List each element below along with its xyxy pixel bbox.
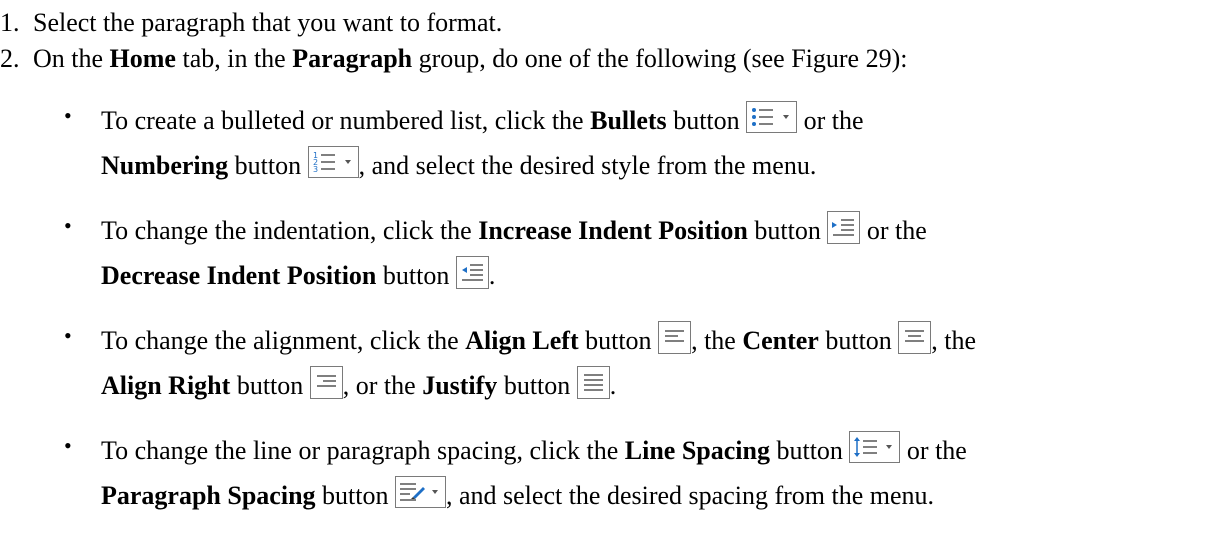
line-spacing-icon[interactable]: [849, 431, 901, 463]
center-align-icon[interactable]: [898, 321, 932, 354]
home-tab-name: Home: [109, 44, 176, 73]
bullet-marker: •: [64, 323, 72, 348]
bullet-marker: •: [64, 103, 72, 128]
paragraph-group-name: Paragraph: [292, 44, 413, 73]
increase-indent-icon[interactable]: [827, 211, 861, 244]
step-text: On the Home tab, in the Paragraph group,…: [33, 44, 908, 73]
step-number: 2.: [0, 44, 20, 73]
bullet-item-indent-cont: Decrease Indent Position button .: [101, 256, 495, 290]
step-number: 1.: [0, 8, 20, 37]
decrease-indent-icon[interactable]: [455, 256, 489, 289]
bullet-item-alignment-cont: Align Right button , or the Justify butt…: [101, 366, 616, 400]
bullet-item-lists-cont: Numbering button 1 2 3 , and select the …: [101, 146, 816, 180]
cropped-previous-line: [0, 0, 1219, 5]
align-left-icon[interactable]: [658, 321, 692, 354]
numbering-button-icon[interactable]: 1 2 3: [307, 146, 359, 178]
svg-text:3: 3: [313, 165, 318, 174]
justify-icon[interactable]: [576, 366, 610, 399]
step-text: Select the paragraph that you want to fo…: [33, 8, 503, 37]
align-right-icon[interactable]: [309, 366, 343, 399]
bullet-item-spacing-cont: Paragraph Spacing button , and select th…: [101, 476, 934, 510]
bullet-marker: •: [64, 213, 72, 238]
paragraph-spacing-icon[interactable]: [394, 476, 446, 508]
bullets-button-icon[interactable]: [746, 101, 798, 133]
bullet-marker: •: [64, 433, 72, 458]
document-page: { "steps": [ { "number": "1.", "text": "…: [0, 0, 1219, 545]
